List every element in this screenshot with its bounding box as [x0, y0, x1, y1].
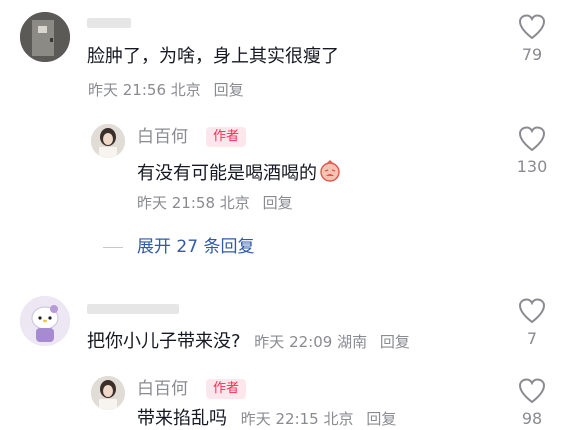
comment-location: 北京: [170, 81, 201, 99]
comment-text-with-meta: 把你小儿子带来没? 昨天 22:09 湖南 回复: [87, 331, 410, 353]
username-redacted: [87, 18, 131, 28]
crying-face-emoji-icon: [319, 160, 341, 188]
comment-text: 带来掐乱吗: [137, 408, 227, 429]
comment-location: 北京: [219, 194, 250, 212]
like-count: 7: [526, 329, 538, 348]
like-button[interactable]: 98: [512, 378, 552, 428]
like-button[interactable]: 7: [512, 298, 552, 348]
author-badge: 作者: [206, 127, 247, 147]
comment-meta: 昨天 21:58 北京 回复: [137, 194, 293, 212]
like-count: 98: [521, 409, 543, 428]
divider-line: [103, 246, 123, 248]
comment-time: 昨天 22:09: [254, 333, 333, 351]
reply-button[interactable]: 回复: [214, 81, 244, 99]
comment-meta: 昨天 21:56 北京 回复: [88, 81, 244, 99]
comment-text: 脸肿了，为啥，身上其实很瘦了: [87, 46, 339, 67]
like-button[interactable]: 79: [512, 14, 552, 64]
heart-icon: [518, 298, 546, 324]
expand-replies-label: 展开 27 条回复: [137, 237, 255, 257]
author-avatar[interactable]: [91, 124, 125, 158]
username-redacted: [87, 304, 179, 314]
comment-time: 昨天 21:56: [88, 81, 166, 99]
comment-location: 北京: [323, 410, 354, 428]
comment-meta: 昨天 22:09 湖南 回复: [254, 333, 410, 351]
like-count: 79: [521, 45, 543, 64]
comment-text-with-meta: 带来掐乱吗 昨天 22:15 北京 回复: [137, 408, 396, 430]
comment-text-content: 有没有可能是喝酒喝的: [137, 163, 317, 184]
comment-location: 湖南: [337, 333, 368, 351]
heart-icon: [518, 378, 546, 404]
author-name[interactable]: 白百何: [137, 379, 188, 399]
like-count: 130: [516, 157, 548, 176]
author-avatar[interactable]: [91, 376, 125, 410]
comment-meta: 昨天 22:15 北京 回复: [241, 410, 397, 428]
like-button[interactable]: 130: [512, 126, 552, 176]
reply-button[interactable]: 回复: [263, 194, 293, 212]
heart-icon: [518, 14, 546, 40]
heart-icon: [518, 126, 546, 152]
comment-time: 昨天 22:15: [240, 410, 319, 428]
user-avatar[interactable]: [20, 296, 70, 346]
expand-replies-button[interactable]: 展开 27 条回复: [103, 232, 254, 257]
comment-text: 有没有可能是喝酒喝的: [137, 160, 341, 188]
reply-button[interactable]: 回复: [380, 333, 410, 351]
author-badge: 作者: [206, 379, 247, 399]
comment-text: 把你小儿子带来没?: [87, 331, 241, 352]
author-name[interactable]: 白百何: [137, 127, 188, 147]
reply-button[interactable]: 回复: [366, 410, 396, 428]
user-avatar[interactable]: [20, 12, 70, 62]
comment-time: 昨天 21:58: [137, 194, 215, 212]
